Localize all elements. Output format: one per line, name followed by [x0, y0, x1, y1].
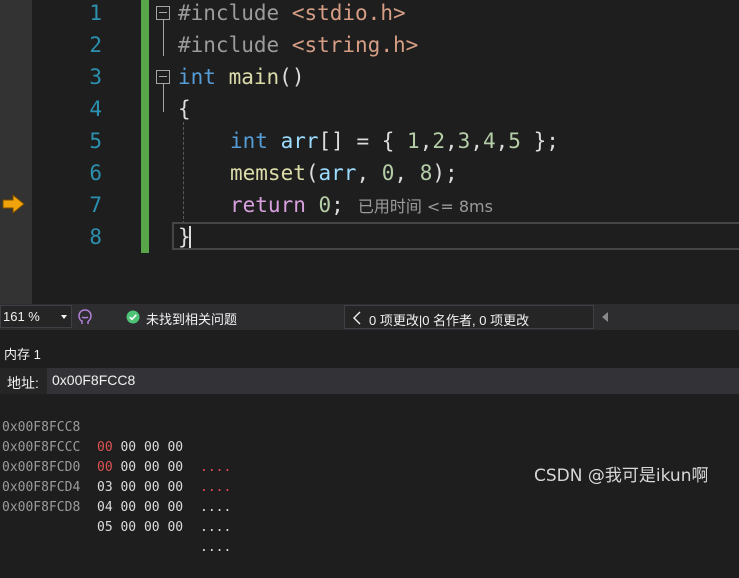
- memory-window-title: 内存 1: [4, 347, 41, 362]
- number: 0: [381, 161, 395, 185]
- memory-bytes: 03 00 00 00: [97, 480, 184, 495]
- check-circle-icon: [126, 310, 140, 324]
- type-keyword: int: [178, 65, 216, 89]
- memory-row[interactable]: 0x00F8FCD0 03 00 00 00 ....: [0, 438, 231, 515]
- parens: (): [279, 65, 305, 89]
- intellicode-icon[interactable]: [76, 308, 94, 326]
- code-line-6[interactable]: memset(arr, 0, 8);: [230, 157, 458, 189]
- code-line-1[interactable]: #include <stdio.h>: [178, 0, 406, 29]
- punct: ,: [445, 129, 458, 153]
- memory-bytes: 05 00 00 00: [97, 520, 184, 535]
- memory-rows: 0x00F8FCC8 00 00 00 00 .... 0x00F8FCCC 0…: [0, 398, 231, 555]
- line-number: 5: [89, 129, 102, 153]
- line-number: 4: [89, 97, 102, 121]
- memory-ascii: ....: [200, 520, 232, 535]
- memory-address: 0x00F8FCD8: [2, 500, 81, 515]
- open-brace: {: [178, 97, 191, 121]
- number: 5: [508, 129, 521, 153]
- code-line-2[interactable]: #include <string.h>: [178, 29, 418, 61]
- git-changes-text: 0 项更改|0 名作者, 0 项更改: [369, 313, 530, 328]
- indent-guide: [183, 122, 184, 224]
- line-number: 3: [89, 65, 102, 89]
- memory-row[interactable]: 0x00F8FCCC 00 00 00 00 ....: [0, 418, 231, 495]
- chevron-down-icon: [61, 315, 67, 319]
- memory-byte-values: 00 00 00: [112, 460, 184, 475]
- function-name: main: [228, 65, 280, 89]
- current-statement-arrow-icon: [2, 193, 25, 215]
- memory-bytes: 00 00 00 00: [97, 458, 183, 478]
- memory-row[interactable]: 0x00F8FCD4 04 00 00 00 ....: [0, 458, 231, 535]
- change-tracking-bar: [141, 0, 149, 253]
- memory-ascii: ....: [200, 500, 232, 515]
- number: 0: [318, 193, 332, 217]
- variable-name: arr: [318, 161, 357, 185]
- code-editor[interactable]: 1 2 3 4 5 6 7 8 #include <stdio.h> #incl…: [0, 0, 739, 304]
- code-line-4[interactable]: {: [178, 93, 191, 125]
- punct: ,: [394, 161, 420, 185]
- preprocessor-directive: #include: [178, 1, 280, 25]
- number: 1: [407, 129, 420, 153]
- zoom-value: 161 %: [3, 309, 40, 324]
- memory-bytes: 04 00 00 00: [97, 500, 184, 515]
- address-input[interactable]: 0x00F8FCC8: [47, 368, 739, 394]
- number: 2: [432, 129, 446, 153]
- text-caret: [189, 226, 191, 248]
- memory-byte-values: 00 00 00: [112, 440, 184, 455]
- punct: ,: [419, 129, 433, 153]
- scroll-left-icon[interactable]: [602, 312, 608, 322]
- number: 3: [457, 129, 471, 153]
- include-header: <string.h>: [291, 33, 419, 57]
- memory-ascii: ....: [200, 540, 232, 555]
- line-number: 8: [89, 225, 102, 249]
- current-line-highlight: [172, 222, 739, 250]
- punct: );: [432, 161, 458, 185]
- collapse-main-function-icon[interactable]: [156, 70, 170, 84]
- line-number: 1: [89, 1, 102, 25]
- git-changes-indicator[interactable]: 0 项更改|0 名作者, 0 项更改: [344, 305, 594, 329]
- variable-name: arr: [280, 129, 319, 153]
- type-keyword: int: [230, 129, 268, 153]
- number: 8: [419, 161, 433, 185]
- code-line-7[interactable]: return 0; 已用时间 <= 8ms: [230, 189, 493, 221]
- zoom-dropdown[interactable]: 161 %: [0, 305, 72, 328]
- return-keyword: return: [230, 193, 306, 217]
- preprocessor-directive: #include: [178, 33, 280, 57]
- collapse-include-block-icon[interactable]: [156, 6, 170, 20]
- memory-bytes: 00 00 00 00: [97, 438, 183, 458]
- editor-status-bar: 161 % 未找到相关问题 0 项更改|0 名作者, 0 项更改: [0, 304, 739, 330]
- line-number: 2: [89, 33, 102, 57]
- memory-ascii: ....: [200, 460, 232, 475]
- indicator-margin[interactable]: [0, 0, 32, 304]
- punct: ;: [331, 193, 344, 217]
- code-line-3[interactable]: int main(): [178, 61, 304, 93]
- punct: (: [305, 161, 319, 185]
- code-line-5[interactable]: int arr[] = { 1,2,3,4,5 };: [230, 125, 559, 157]
- function-call: memset: [230, 161, 306, 185]
- line-number: 6: [89, 161, 102, 185]
- include-header: <stdio.h>: [291, 1, 406, 25]
- address-bar: 地址: 0x00F8FCC8: [0, 368, 739, 394]
- chevron-left-icon: [353, 311, 361, 325]
- address-label: 地址:: [7, 375, 39, 391]
- fold-guide: [163, 20, 164, 56]
- memory-row[interactable]: 0x00F8FCD8 05 00 00 00 ....: [0, 478, 231, 555]
- changed-byte: 00: [97, 460, 113, 475]
- punct: ,: [356, 161, 382, 185]
- punct: };: [520, 129, 559, 153]
- memory-ascii: ....: [200, 480, 232, 495]
- memory-row[interactable]: 0x00F8FCC8 00 00 00 00 ....: [0, 398, 231, 475]
- perf-tip[interactable]: 已用时间 <= 8ms: [358, 197, 493, 216]
- number: 4: [482, 129, 496, 153]
- watermark: CSDN @我可是ikun啊: [534, 466, 709, 486]
- changed-byte: 00: [97, 440, 113, 455]
- punct: [] = {: [318, 129, 408, 153]
- punct: ,: [470, 129, 483, 153]
- issues-status[interactable]: 未找到相关问题: [146, 309, 237, 328]
- fold-guide: [163, 84, 164, 112]
- line-number: 7: [89, 193, 102, 217]
- punct: ,: [495, 129, 509, 153]
